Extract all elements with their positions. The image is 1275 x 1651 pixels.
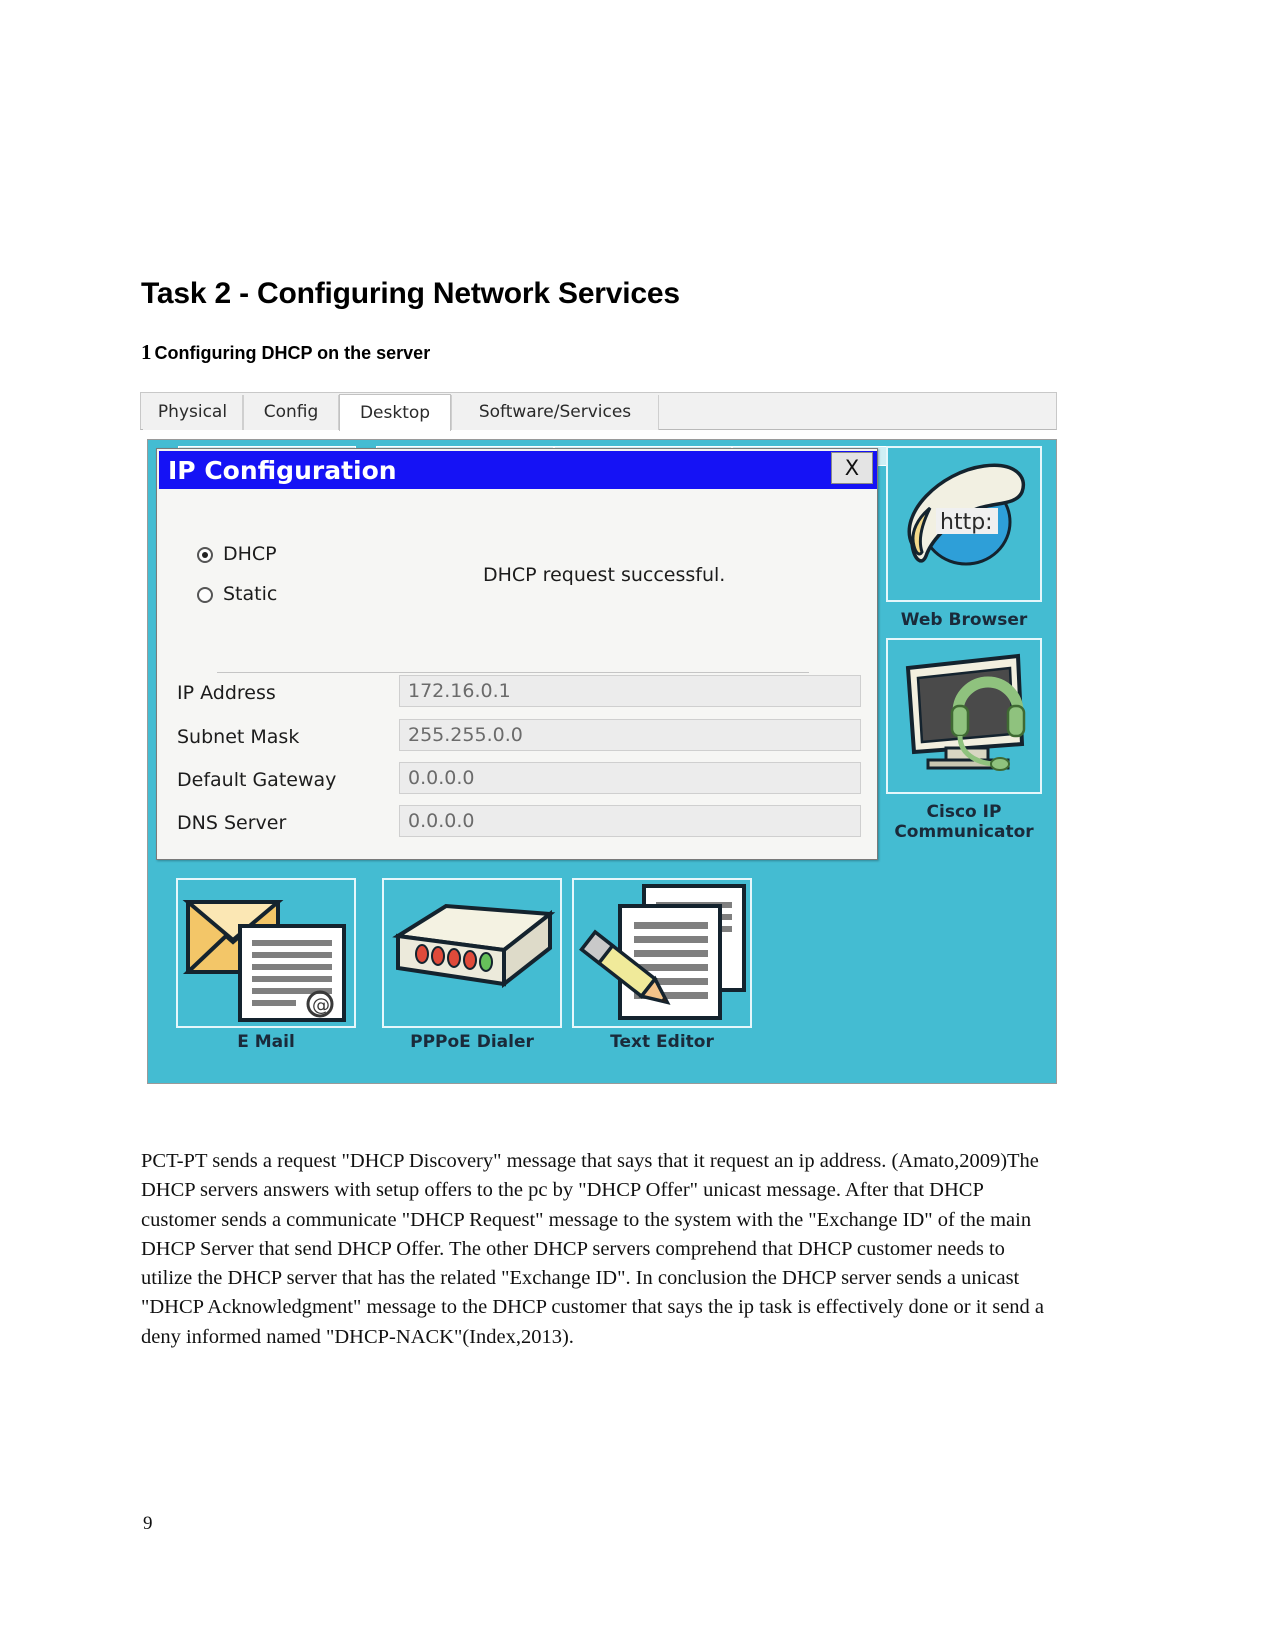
page-number: 9	[143, 1513, 153, 1534]
desktop-icon-pppoe-dialer[interactable]	[382, 878, 562, 1028]
desktop-icon-label-text-editor: Text Editor	[610, 1032, 714, 1052]
body-paragraph: PCT-PT sends a request "DHCP Discovery" …	[141, 1150, 1045, 1348]
desktop-icon-label-web-browser: Web Browser	[900, 610, 1028, 630]
desktop-icon-label-email: E Mail	[237, 1032, 295, 1052]
label-dns-server: DNS Server	[177, 812, 287, 834]
desktop-panel: http: Web Browser Cisco IP Communicator …	[147, 439, 1057, 1084]
radio-dhcp-indicator[interactable]	[197, 547, 213, 563]
packet-tracer-screenshot: Physical Config Desktop Software/Service…	[140, 392, 1057, 1084]
radio-static-indicator[interactable]	[197, 587, 213, 603]
tab-software-services[interactable]: Software/Services	[451, 395, 659, 430]
desktop-icon-label-pppoe-dialer: PPPoE Dialer	[410, 1032, 534, 1052]
dialog-body: DHCP Static DHCP request successful. IP …	[159, 489, 877, 859]
email-icon: @	[178, 880, 354, 1026]
page-title: Task 2 - Configuring Network Services	[141, 277, 680, 310]
desktop-icon-cisco-ip-communicator[interactable]	[886, 638, 1042, 794]
input-dns-server[interactable]: 0.0.0.0	[399, 805, 861, 837]
dialog-title: IP Configuration	[168, 456, 397, 485]
pppoe-dialer-icon	[384, 880, 560, 1026]
desktop-icon-text-editor[interactable]	[572, 878, 752, 1028]
desktop-icon-label-cisco-ip-communicator: Cisco IP Communicator	[876, 802, 1052, 842]
section-heading: 1 Configuring DHCP on the server	[141, 340, 430, 365]
radio-static-label: Static	[223, 583, 278, 605]
form-divider	[217, 672, 809, 673]
close-icon[interactable]: X	[831, 452, 873, 484]
desktop-icon-web-browser[interactable]: http:	[886, 446, 1042, 602]
desktop-icon-email[interactable]: @	[176, 878, 356, 1028]
svg-text:@: @	[312, 995, 330, 1016]
cisco-label-line1: Cisco IP	[926, 802, 1002, 822]
input-subnet-mask[interactable]: 255.255.0.0	[399, 719, 861, 751]
tab-physical[interactable]: Physical	[143, 395, 243, 430]
dialog-titlebar[interactable]: IP Configuration	[159, 451, 877, 489]
cisco-label-line2: Communicator	[894, 822, 1034, 842]
ip-communicator-icon	[888, 640, 1040, 792]
input-ip-address[interactable]: 172.16.0.1	[399, 675, 861, 707]
input-default-gateway[interactable]: 0.0.0.0	[399, 762, 861, 794]
label-ip-address: IP Address	[177, 682, 276, 704]
text-editor-icon	[574, 880, 750, 1026]
label-default-gateway: Default Gateway	[177, 769, 337, 791]
radio-dhcp-label: DHCP	[223, 543, 277, 565]
section-title: Configuring DHCP on the server	[154, 343, 431, 363]
tab-desktop[interactable]: Desktop	[339, 394, 451, 431]
radio-dhcp[interactable]: DHCP	[197, 543, 277, 565]
section-number: 1	[141, 340, 152, 364]
radio-static[interactable]: Static	[197, 583, 277, 605]
web-browser-icon: http:	[888, 448, 1040, 600]
dhcp-status-message: DHCP request successful.	[483, 564, 726, 586]
label-subnet-mask: Subnet Mask	[177, 726, 300, 748]
device-tab-bar: Physical Config Desktop Software/Service…	[140, 392, 1057, 431]
ip-configuration-dialog: IP Configuration X DHCP Static DHCP requ…	[156, 448, 878, 860]
svg-text:http:: http:	[940, 510, 993, 535]
tab-config[interactable]: Config	[243, 395, 339, 430]
